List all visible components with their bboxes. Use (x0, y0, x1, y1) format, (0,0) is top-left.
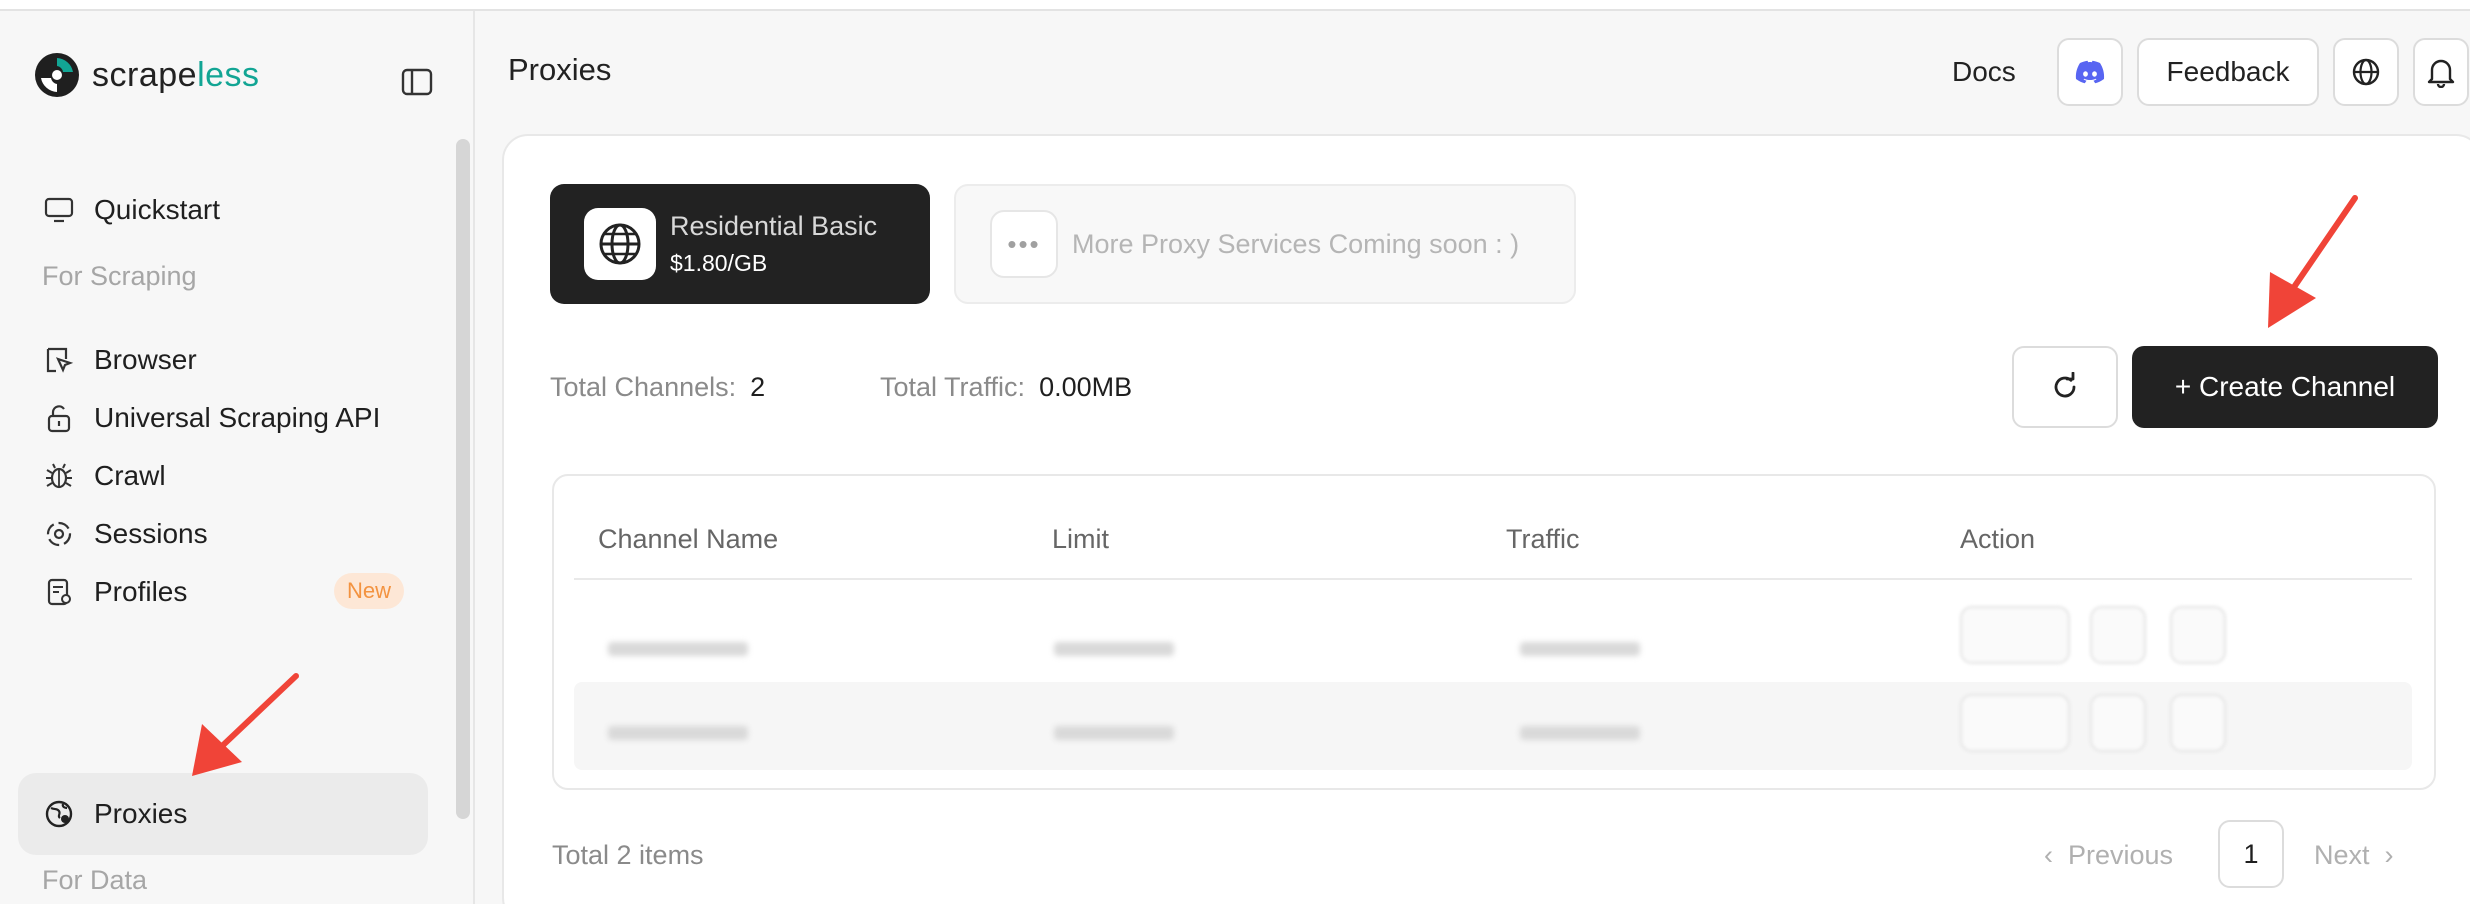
total-traffic: Total Traffic: 0.00MB (880, 372, 1132, 403)
total-channels-value: 2 (750, 372, 766, 402)
sidebar-item-proxies[interactable]: Proxies (18, 773, 428, 855)
brand-logo[interactable]: scrapeless (32, 47, 260, 103)
service-name: Residential Basic (670, 211, 878, 241)
previous-page-button[interactable]: ‹ Previous (2044, 840, 2173, 871)
blurred-cell (608, 726, 748, 740)
table-header-divider (574, 578, 2412, 580)
brand-name: scrapeless (92, 55, 260, 94)
refresh-icon (2054, 372, 2076, 398)
service-price: $1.80/GB (670, 250, 768, 276)
sidebar-item-label: Quickstart (94, 194, 221, 225)
blurred-cell (608, 642, 748, 656)
column-header-limit: Limit (1052, 524, 1110, 554)
globe-icon (2352, 58, 2380, 86)
discord-button[interactable] (2057, 38, 2123, 106)
column-header-traffic: Traffic (1506, 524, 1580, 554)
sidebar-item-label: Crawl (94, 460, 166, 491)
row-action-button[interactable] (2090, 606, 2146, 664)
more-dots-icon: ••• (990, 210, 1058, 278)
row-action-button[interactable] (1960, 606, 2070, 664)
top-border (0, 0, 2470, 11)
row-action-button[interactable] (2090, 694, 2146, 752)
service-card-residential[interactable]: Residential Basic $1.80/GB (550, 184, 930, 304)
column-header-action: Action (1960, 524, 2036, 554)
more-services-text: More Proxy Services Coming soon : ) (1072, 228, 1520, 259)
unlock-icon (42, 401, 76, 435)
discord-icon (2075, 60, 2105, 84)
sidebar-item-quickstart[interactable]: Quickstart (18, 169, 428, 251)
sidebar-scrollbar[interactable] (456, 139, 470, 819)
page-number-button[interactable]: 1 (2218, 820, 2284, 888)
new-badge: New (333, 573, 404, 609)
language-button[interactable] (2333, 38, 2399, 106)
scrapeless-logo-icon (35, 53, 79, 97)
sidebar-item-label: Browser (94, 344, 197, 375)
row-action-button[interactable] (1960, 694, 2070, 752)
total-traffic-value: 0.00MB (1039, 372, 1133, 402)
total-channels: Total Channels: 2 (550, 372, 765, 403)
section-for-scraping: For Scraping (42, 261, 197, 291)
total-items: Total 2 items (552, 840, 704, 870)
sidebar-item-profiles[interactable]: Profiles New (18, 551, 428, 633)
bell-icon (2427, 59, 2455, 88)
total-traffic-label: Total Traffic: (880, 372, 1026, 402)
annotation-arrow-icon (2268, 195, 2358, 328)
profile-doc-icon (42, 575, 76, 609)
column-header-channel-name: Channel Name (598, 524, 779, 554)
section-for-data: For Data (42, 865, 148, 895)
sidebar-item-label: Universal Scraping API (94, 402, 381, 433)
monitor-icon (42, 193, 76, 227)
channels-table: Channel Name Limit Traffic Action (552, 474, 2436, 790)
refresh-button[interactable] (2012, 346, 2118, 428)
next-label: Next (2314, 840, 2370, 870)
sidebar-item-label: Proxies (94, 798, 188, 829)
total-channels-label: Total Channels: (550, 372, 737, 402)
sidebar-item-label: Profiles (94, 576, 188, 607)
blurred-cell (1520, 642, 1640, 656)
blurred-cell (1054, 726, 1174, 740)
cursor-icon (42, 343, 76, 377)
sidebar-item-label: Sessions (94, 518, 208, 549)
bug-icon (42, 459, 76, 493)
notifications-button[interactable] (2413, 38, 2469, 106)
sidebar-collapse-icon[interactable] (400, 67, 434, 97)
row-action-button[interactable] (2170, 694, 2226, 752)
service-card-more: ••• More Proxy Services Coming soon : ) (954, 184, 1576, 304)
next-page-button[interactable]: Next › (2314, 840, 2394, 871)
create-channel-button[interactable]: + Create Channel (2132, 346, 2438, 428)
blurred-cell (1054, 642, 1174, 656)
globe-icon (584, 208, 656, 280)
previous-label: Previous (2068, 840, 2174, 870)
docs-link[interactable]: Docs (1952, 56, 2016, 88)
page-title: Proxies (508, 52, 612, 87)
feedback-button[interactable]: Feedback (2137, 38, 2319, 106)
sessions-icon (42, 517, 76, 551)
annotation-arrow-icon (192, 673, 299, 776)
row-action-button[interactable] (2170, 606, 2226, 664)
globe-pin-icon (42, 797, 76, 831)
blurred-cell (1520, 726, 1640, 740)
